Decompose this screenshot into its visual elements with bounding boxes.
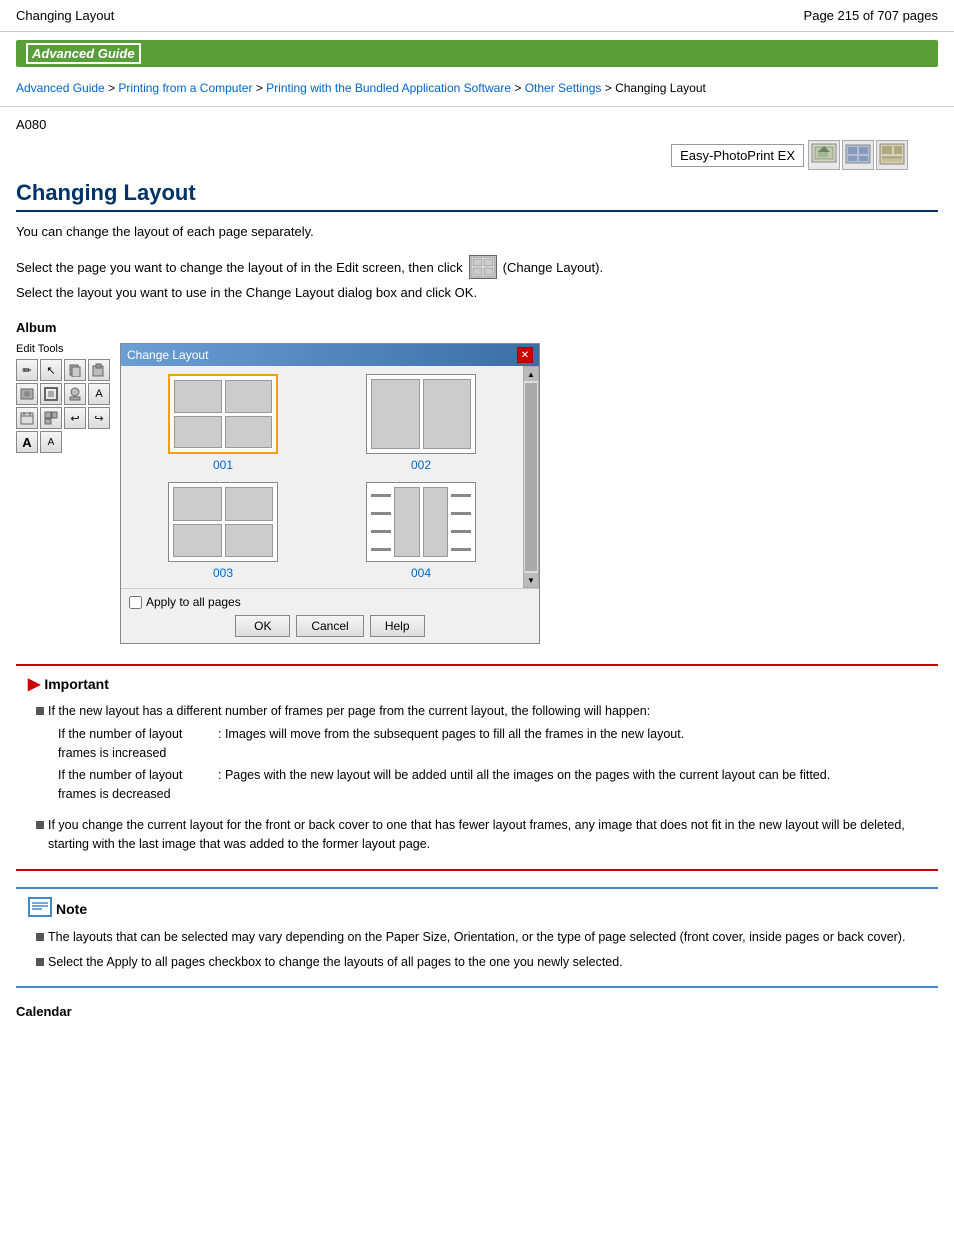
important-box: ▶ Important If the new layout has a diff… xyxy=(16,664,938,871)
important-item-2: If you change the current layout for the… xyxy=(36,816,926,854)
app-icon-1 xyxy=(808,140,840,170)
note-item-2: Select the Apply to all pages checkbox t… xyxy=(36,953,926,972)
tool-btn-redo[interactable]: ↪ xyxy=(88,407,110,429)
layout-num-002: 002 xyxy=(411,458,431,472)
tool-btn-pencil[interactable]: ✏ xyxy=(16,359,38,381)
album-section: Edit Tools ✏ ↖ xyxy=(16,343,938,644)
note-list: The layouts that can be selected may var… xyxy=(28,928,926,972)
apply-checkbox-row: Apply to all pages xyxy=(129,595,531,609)
change-layout-dialog: Change Layout ✕ xyxy=(120,343,540,644)
note-icon xyxy=(28,897,52,920)
tool-row-2: A xyxy=(16,383,110,405)
dialog-titlebar: Change Layout ✕ xyxy=(121,344,539,366)
apply-all-pages-label: Apply to all pages xyxy=(146,595,241,609)
tool-btn-a-large[interactable]: A xyxy=(16,431,38,453)
tool-btn-a-small[interactable]: A xyxy=(40,431,62,453)
intro-text: You can change the layout of each page s… xyxy=(16,224,938,239)
sub-table: If the number of layout frames is increa… xyxy=(58,725,830,804)
tool-btn-select[interactable]: ↖ xyxy=(40,359,62,381)
apply-all-pages-checkbox[interactable] xyxy=(129,596,142,609)
app-header-row: Easy-PhotoPrint EX xyxy=(16,140,938,170)
tool-btn-text[interactable]: A xyxy=(88,383,110,405)
dialog-cancel-btn[interactable]: Cancel xyxy=(296,615,363,637)
calendar-label: Calendar xyxy=(16,1004,938,1019)
tool-btn-photo[interactable] xyxy=(16,383,38,405)
layout-num-001: 001 xyxy=(213,458,233,472)
tool-btn-calendar[interactable] xyxy=(16,407,38,429)
tool-btn-paste[interactable] xyxy=(88,359,110,381)
layout-item-003[interactable]: 003 xyxy=(129,482,317,580)
advanced-guide-label: Advanced Guide xyxy=(26,43,141,64)
dialog-body: 001 002 xyxy=(121,366,539,588)
layout-preview-004 xyxy=(366,482,476,562)
dialog-buttons: OK Cancel Help xyxy=(129,615,531,637)
tool-btn-frame[interactable] xyxy=(40,383,62,405)
page-header: Changing Layout Page 215 of 707 pages xyxy=(0,0,954,32)
edit-tools-label: Edit Tools xyxy=(16,343,110,355)
advanced-guide-banner: Advanced Guide xyxy=(16,40,938,67)
bullet-2 xyxy=(36,821,44,829)
dialog-help-btn[interactable]: Help xyxy=(370,615,425,637)
breadcrumb-printing-from[interactable]: Printing from a Computer xyxy=(118,81,252,95)
ref-code: A080 xyxy=(16,117,938,132)
dialog-ok-btn[interactable]: OK xyxy=(235,615,290,637)
dialog-title: Change Layout xyxy=(127,348,208,362)
layout-preview-001 xyxy=(168,374,278,454)
layout-item-001[interactable]: 001 xyxy=(129,374,317,472)
breadcrumb-advanced-guide[interactable]: Advanced Guide xyxy=(16,81,105,95)
note-box: Note The layouts that can be selected ma… xyxy=(16,887,938,988)
note-bullet-1 xyxy=(36,933,44,941)
important-item-1: If the new layout has a different number… xyxy=(36,702,926,808)
app-icon-2 xyxy=(842,140,874,170)
tool-btn-undo[interactable]: ↩ xyxy=(64,407,86,429)
tool-btn-copy[interactable] xyxy=(64,359,86,381)
important-list: If the new layout has a different number… xyxy=(28,702,926,853)
app-icons xyxy=(808,140,908,170)
main-content: A080 Easy-PhotoPrint EX xyxy=(0,107,954,1037)
app-label: Easy-PhotoPrint EX xyxy=(671,144,804,167)
layout-num-003: 003 xyxy=(213,566,233,580)
page-title-header: Changing Layout xyxy=(16,8,114,23)
layout-preview-003 xyxy=(168,482,278,562)
dialog-layouts: 001 002 xyxy=(129,374,515,580)
calendar-section: Calendar xyxy=(16,1004,938,1019)
breadcrumb: Advanced Guide > Printing from a Compute… xyxy=(0,75,954,107)
layout-item-002[interactable]: 002 xyxy=(327,374,515,472)
note-bullet-2 xyxy=(36,958,44,966)
tool-row-4: A A xyxy=(16,431,110,453)
tool-btn-grid[interactable] xyxy=(40,407,62,429)
change-layout-icon xyxy=(469,255,497,279)
app-icon-3 xyxy=(876,140,908,170)
dialog-scrollbar[interactable]: ▲ ▼ xyxy=(523,366,539,588)
layout-num-004: 004 xyxy=(411,566,431,580)
instruction-text-1: Select the page you want to change the l… xyxy=(16,255,938,279)
important-title: ▶ Important xyxy=(28,674,926,694)
album-label: Album xyxy=(16,320,938,335)
scrollbar-up[interactable]: ▲ xyxy=(524,367,538,381)
tool-row-1: ✏ ↖ xyxy=(16,359,110,381)
scrollbar-thumb[interactable] xyxy=(525,383,537,571)
instruction-text-2: Select the layout you want to use in the… xyxy=(16,285,938,300)
note-item-1: The layouts that can be selected may var… xyxy=(36,928,926,947)
edit-tools-panel: Edit Tools ✏ ↖ xyxy=(16,343,110,453)
layout-item-004[interactable]: 004 xyxy=(327,482,515,580)
layout-preview-002 xyxy=(366,374,476,454)
page-title: Changing Layout xyxy=(16,180,938,212)
tool-row-3: ↩ ↪ xyxy=(16,407,110,429)
bullet-1 xyxy=(36,707,44,715)
note-title: Note xyxy=(28,897,926,920)
breadcrumb-other-settings[interactable]: Other Settings xyxy=(525,81,602,95)
dialog-footer: Apply to all pages OK Cancel Help xyxy=(121,588,539,643)
dialog-close-btn[interactable]: ✕ xyxy=(517,347,533,363)
page-info: Page 215 of 707 pages xyxy=(804,8,938,23)
breadcrumb-current: Changing Layout xyxy=(615,81,706,95)
sub-table-row-2: If the number of layout frames is decrea… xyxy=(58,766,830,804)
breadcrumb-printing-bundled[interactable]: Printing with the Bundled Application So… xyxy=(266,81,511,95)
sub-table-row-1: If the number of layout frames is increa… xyxy=(58,725,830,763)
important-arrow-icon: ▶ xyxy=(28,674,40,694)
tool-btn-stamp[interactable] xyxy=(64,383,86,405)
scrollbar-down[interactable]: ▼ xyxy=(524,573,538,587)
